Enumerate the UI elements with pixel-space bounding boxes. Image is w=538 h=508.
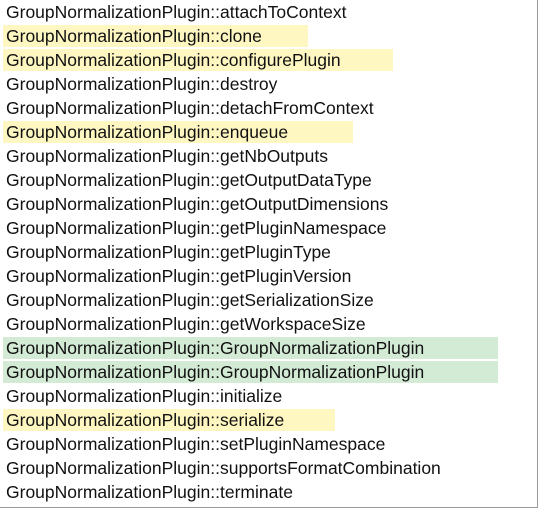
list-item[interactable]: GroupNormalizationPlugin::enqueue (3, 121, 353, 143)
list-item[interactable]: GroupNormalizationPlugin::destroy (3, 73, 281, 95)
list-item[interactable]: GroupNormalizationPlugin::attachToContex… (3, 1, 350, 23)
method-list: GroupNormalizationPlugin::attachToContex… (0, 0, 538, 508)
list-item[interactable]: GroupNormalizationPlugin::getOutputDataT… (3, 169, 376, 191)
list-item[interactable]: GroupNormalizationPlugin::GroupNormaliza… (3, 337, 498, 359)
list-item[interactable]: GroupNormalizationPlugin::GroupNormaliza… (3, 361, 498, 383)
list-item[interactable]: GroupNormalizationPlugin::clone (3, 25, 308, 47)
list-item[interactable]: GroupNormalizationPlugin::terminate (3, 481, 297, 503)
list-item[interactable]: GroupNormalizationPlugin::getPluginVersi… (3, 265, 355, 287)
list-item[interactable]: GroupNormalizationPlugin::detachFromCont… (3, 97, 378, 119)
list-item[interactable]: GroupNormalizationPlugin::getNbOutputs (3, 145, 332, 167)
list-item[interactable]: GroupNormalizationPlugin::getWorkspaceSi… (3, 313, 370, 335)
list-item[interactable]: GroupNormalizationPlugin::serialize (3, 409, 335, 431)
list-item[interactable]: GroupNormalizationPlugin::setPluginNames… (3, 433, 389, 455)
list-item[interactable]: GroupNormalizationPlugin::configurePlugi… (3, 49, 393, 71)
list-item[interactable]: GroupNormalizationPlugin::initialize (3, 385, 286, 407)
list-item[interactable]: GroupNormalizationPlugin::getOutputDimen… (3, 193, 392, 215)
list-item[interactable]: GroupNormalizationPlugin::getSerializati… (3, 289, 378, 311)
list-item[interactable]: GroupNormalizationPlugin::supportsFormat… (3, 457, 445, 479)
list-item[interactable]: GroupNormalizationPlugin::getPluginNames… (3, 217, 390, 239)
list-item[interactable]: GroupNormalizationPlugin::getPluginType (3, 241, 335, 263)
